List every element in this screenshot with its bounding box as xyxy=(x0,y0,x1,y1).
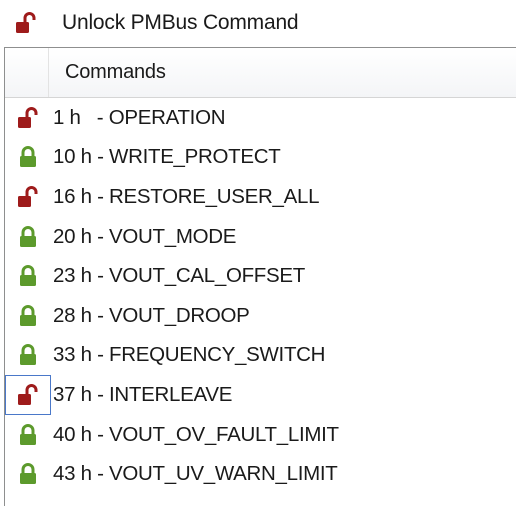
command-label: 1 h - OPERATION xyxy=(53,105,226,129)
command-row[interactable]: 37 h - INTERLEAVE xyxy=(5,375,516,415)
command-row[interactable]: 1 h - OPERATION xyxy=(5,98,516,138)
command-row[interactable]: 23 h - VOUT_CAL_OFFSET xyxy=(5,256,516,296)
command-label: 23 h - VOUT_CAL_OFFSET xyxy=(53,264,306,288)
command-row[interactable]: 40 h - VOUT_OV_FAULT_LIMIT xyxy=(5,415,516,455)
locked-padlock-icon xyxy=(16,343,40,367)
command-label: 28 h - VOUT_DROOP xyxy=(53,303,250,327)
lock-toggle-cell[interactable] xyxy=(5,256,51,296)
locked-padlock-icon xyxy=(16,264,40,288)
icon-column-header xyxy=(5,48,49,97)
pmbus-command-panel: Unlock PMBus Command Commands 1 h - OPER… xyxy=(0,0,516,506)
commands-list[interactable]: Commands 1 h - OPERATION 10 h - WRITE_PRO… xyxy=(4,47,516,506)
lock-toggle-cell[interactable] xyxy=(5,415,51,455)
command-label: 10 h - WRITE_PROTECT xyxy=(53,145,281,169)
command-row[interactable]: 20 h - VOUT_MODE xyxy=(5,217,516,257)
unlock-command-label: Unlock PMBus Command xyxy=(62,11,299,34)
lock-toggle-cell[interactable] xyxy=(5,296,51,336)
lock-toggle-cell[interactable] xyxy=(5,98,51,138)
command-label: 43 h - VOUT_UV_WARN_LIMIT xyxy=(53,462,338,486)
command-label: 16 h - RESTORE_USER_ALL xyxy=(53,184,320,208)
unlocked-padlock-icon xyxy=(16,185,40,209)
lock-toggle-cell[interactable] xyxy=(5,375,51,415)
locked-padlock-icon xyxy=(16,423,40,447)
command-row[interactable]: 28 h - VOUT_DROOP xyxy=(5,296,516,336)
command-label: 33 h - FREQUENCY_SWITCH xyxy=(53,343,326,367)
command-label: 40 h - VOUT_OV_FAULT_LIMIT xyxy=(53,422,339,446)
command-label: 37 h - INTERLEAVE xyxy=(53,382,233,406)
lock-toggle-cell[interactable] xyxy=(5,177,51,217)
commands-rows: 1 h - OPERATION 10 h - WRITE_PROTECT 16 h … xyxy=(5,98,516,494)
commands-column-header[interactable]: Commands xyxy=(5,48,516,98)
locked-padlock-icon xyxy=(16,145,40,169)
locked-padlock-icon xyxy=(16,225,40,249)
unlocked-padlock-icon xyxy=(16,383,40,407)
locked-padlock-icon xyxy=(16,462,40,486)
lock-toggle-cell[interactable] xyxy=(5,454,51,494)
unlocked-padlock-icon xyxy=(16,106,40,130)
lock-toggle-cell[interactable] xyxy=(5,217,51,257)
command-row[interactable]: 10 h - WRITE_PROTECT xyxy=(5,138,516,178)
locked-padlock-icon xyxy=(16,304,40,328)
command-row[interactable]: 33 h - FREQUENCY_SWITCH xyxy=(5,336,516,376)
lock-toggle-cell[interactable] xyxy=(5,336,51,376)
command-label: 20 h - VOUT_MODE xyxy=(53,224,237,248)
command-row[interactable]: 43 h - VOUT_UV_WARN_LIMIT xyxy=(5,454,516,494)
unlocked-padlock-icon xyxy=(14,11,38,35)
commands-column-label: Commands xyxy=(65,61,166,83)
lock-toggle-cell[interactable] xyxy=(5,138,51,178)
unlock-command-button[interactable]: Unlock PMBus Command xyxy=(0,0,516,46)
command-row[interactable]: 16 h - RESTORE_USER_ALL xyxy=(5,177,516,217)
